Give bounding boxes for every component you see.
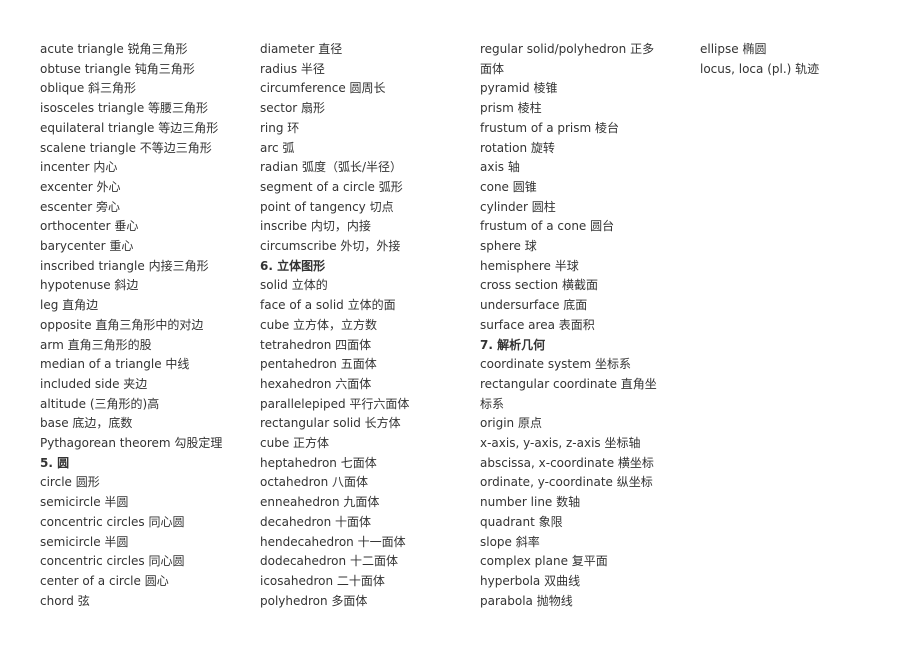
glossary-entry: leg 直角边 [40,298,99,313]
glossary-entry: arc 弧 [260,140,295,155]
glossary-entry: inscribed triangle 内接三角形 [40,258,209,273]
glossary-entry: circumference 圆周长 [260,81,386,96]
glossary-entry: barycenter 重心 [40,239,134,254]
glossary-entry: ellipse 椭圆 [700,42,767,56]
glossary-entry: included side 夹边 [40,376,148,391]
glossary-entry: opposite 直角三角形中的对边 [40,317,204,332]
glossary-entry: arm 直角三角形的股 [40,337,152,352]
glossary-entry: enneahedron 九面体 [260,495,380,510]
glossary-entry: Pythagorean theorem 勾股定理 [40,436,223,451]
glossary-entry: radius 半径 [260,61,325,76]
glossary-entry: excenter 外心 [40,179,121,194]
glossary-entry: solid 立体的 [260,278,328,293]
glossary-entry: origin 原点 [480,416,542,431]
glossary-entry: circumscribe 外切，外接 [260,239,401,254]
glossary-entry: circle 圆形 [40,475,100,490]
glossary-entry: hyperbola 双曲线 [480,573,581,588]
glossary-entry: slope 斜率 [480,534,540,549]
glossary-entry: parabola 抛物线 [480,593,573,608]
glossary-entry: rectangular solid 长方体 [260,416,401,431]
glossary-entry: sector 扇形 [260,101,326,116]
glossary-entry: sphere 球 [480,239,537,254]
glossary-entry: polyhedron 多面体 [260,593,368,608]
glossary-entry: cube 立方体，立方数 [260,317,378,332]
glossary-entry: inscribe 内切，内接 [260,219,371,234]
glossary-entry: quadrant 象限 [480,514,563,529]
glossary-entry: complex plane 复平面 [480,554,608,569]
glossary-entry: radian 弧度（弧长/半径） [260,160,403,175]
glossary-entry: concentric circles 同心圆 [40,554,185,569]
glossary-entry: rectangular coordinate 直角坐标系 [480,376,657,411]
glossary-entry: rotation 旋转 [480,140,555,155]
glossary-entry: frustum of a prism 棱台 [480,120,620,135]
section-heading: 7. 解析几何 [480,337,546,352]
glossary-entry: obtuse triangle 钝角三角形 [40,61,195,76]
glossary-entry: tetrahedron 四面体 [260,337,372,352]
glossary-entry: acute triangle 锐角三角形 [40,42,188,56]
glossary-entry: face of a solid 立体的面 [260,298,396,313]
glossary-entry: abscissa, x-coordinate 横坐标 [480,455,654,470]
section-heading: 5. 圆 [40,455,70,470]
glossary-entry: orthocenter 垂心 [40,219,139,234]
glossary-entry: regular solid/polyhedron 正多面体 [480,42,655,76]
glossary-entry: cross section 横截面 [480,278,598,293]
glossary-entry: semicircle 半圆 [40,495,129,510]
glossary-entry: parallelepiped 平行六面体 [260,396,410,411]
glossary-column-1: acute triangle 锐角三角形 obtuse triangle 钝角三角… [40,40,224,611]
glossary-entry: escenter 旁心 [40,199,121,214]
glossary-entry: octahedron 八面体 [260,475,369,490]
glossary-entry: isosceles triangle 等腰三角形 [40,101,209,116]
glossary-column-3: regular solid/polyhedron 正多面体 pyramid 棱锥 p… [480,40,658,611]
glossary-entry: surface area 表面积 [480,317,595,332]
glossary-entry: heptahedron 七面体 [260,455,377,470]
glossary-entry: diameter 直径 [260,42,343,56]
glossary-entry: equilateral triangle 等边三角形 [40,120,219,135]
glossary-entry: locus, loca (pl.) 轨迹 [700,61,820,76]
glossary-entry: chord 弦 [40,593,90,608]
glossary-entry: cylinder 圆柱 [480,199,556,214]
glossary-entry: cone 圆锥 [480,179,537,194]
glossary-entry: point of tangency 切点 [260,199,394,214]
glossary-entry: frustum of a cone 圆台 [480,219,615,234]
glossary-entry: hexahedron 六面体 [260,376,372,391]
glossary-entry: coordinate system 坐标系 [480,357,632,372]
glossary-entry: pentahedron 五面体 [260,357,377,372]
glossary-entry: dodecahedron 十二面体 [260,554,398,569]
glossary-entry: center of a circle 圆心 [40,573,169,588]
glossary-column-4: ellipse 椭圆 locus, loca (pl.) 轨迹 [700,40,884,79]
glossary-entry: hypotenuse 斜边 [40,278,139,293]
glossary-entry: hemisphere 半球 [480,258,579,273]
glossary-entry: prism 棱柱 [480,101,542,116]
glossary-entry: decahedron 十面体 [260,514,371,529]
glossary-entry: scalene triangle 不等边三角形 [40,140,212,155]
glossary-entry: icosahedron 二十面体 [260,573,385,588]
glossary-entry: incenter 内心 [40,160,118,175]
glossary-entry: ordinate, y-coordinate 纵坐标 [480,475,653,490]
glossary-entry: base 底边，底数 [40,416,133,431]
glossary-entry: oblique 斜三角形 [40,81,137,96]
glossary-entry: x-axis, y-axis, z-axis 坐标轴 [480,436,641,451]
glossary-entry: hendecahedron 十一面体 [260,534,406,549]
glossary-entry: pyramid 棱锥 [480,81,558,96]
glossary-entry: axis 轴 [480,160,520,175]
glossary-entry: number line 数轴 [480,495,581,510]
glossary-entry: semicircle 半圆 [40,534,129,549]
glossary-entry: cube 正方体 [260,436,330,451]
section-heading: 6. 立体图形 [260,258,326,273]
glossary-entry: undersurface 底面 [480,298,588,313]
glossary-entry: segment of a circle 弧形 [260,179,403,194]
glossary-column-2: diameter 直径 radius 半径 circumference 圆周长 sec… [260,40,444,611]
glossary-entry: median of a triangle 中线 [40,357,190,372]
glossary-entry: altitude (三角形的)高 [40,396,160,411]
glossary-entry: concentric circles 同心圆 [40,514,185,529]
glossary-entry: ring 环 [260,120,300,135]
